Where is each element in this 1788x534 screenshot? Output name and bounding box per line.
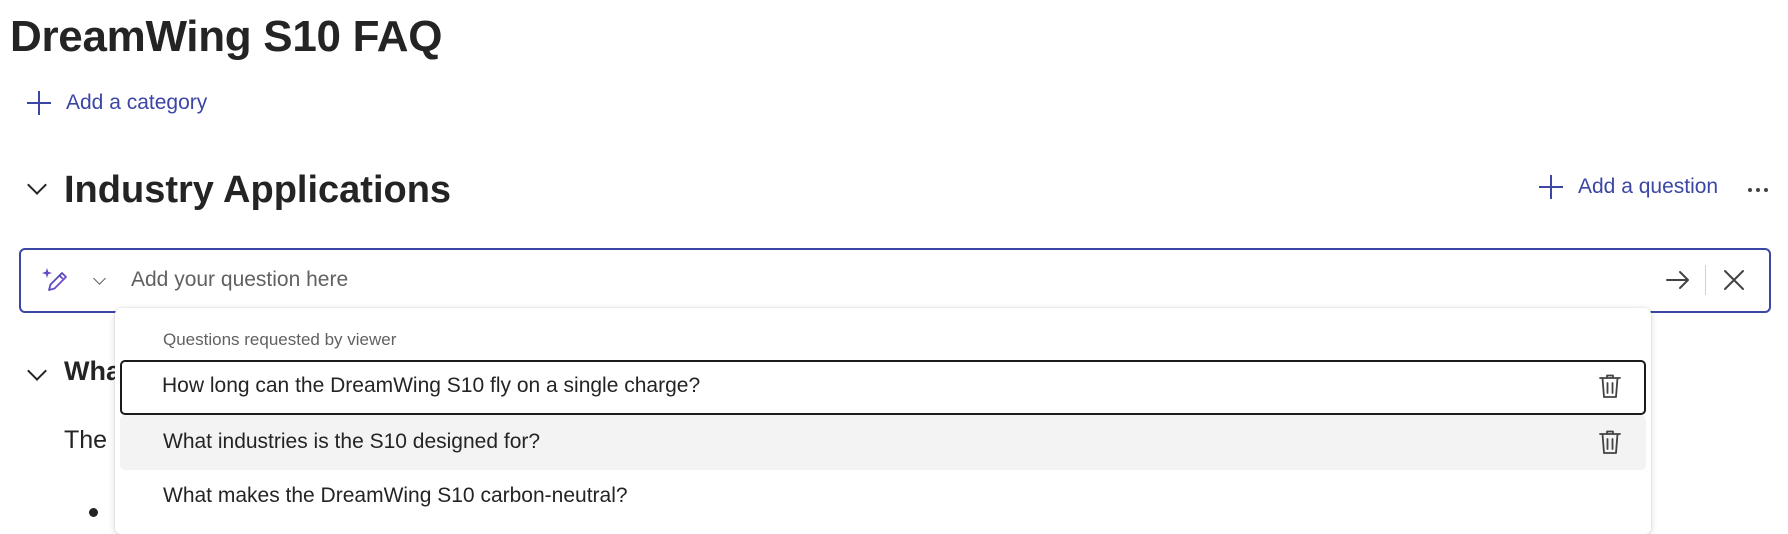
trash-icon[interactable]	[1597, 372, 1623, 400]
question-input[interactable]	[131, 260, 1631, 300]
bullet-point	[89, 508, 98, 517]
chevron-down-icon[interactable]	[27, 175, 47, 195]
suggestion-item[interactable]: How long can the DreamWing S10 fly on a …	[120, 360, 1646, 415]
add-category-label: Add a category	[66, 91, 208, 114]
suggestion-item[interactable]: What makes the DreamWing S10 carbon-neut…	[120, 469, 1646, 524]
dropdown-heading: Questions requested by viewer	[163, 330, 397, 349]
plus-icon	[26, 90, 52, 116]
suggestion-text: What industries is the S10 designed for?	[163, 430, 541, 453]
sparkle-pen-icon[interactable]	[40, 265, 70, 295]
trash-icon[interactable]	[1597, 428, 1623, 456]
add-category-button[interactable]: Add a category	[26, 90, 207, 116]
suggestion-item[interactable]: What industries is the S10 designed for?	[120, 415, 1646, 470]
chevron-down-icon[interactable]	[27, 361, 47, 381]
section-title: Industry Applications	[64, 169, 452, 211]
chevron-down-icon[interactable]	[93, 272, 106, 285]
add-question-button[interactable]: Add a question	[1538, 174, 1718, 200]
suggestions-dropdown: Questions requested by viewer How long c…	[115, 308, 1651, 534]
suggestion-text: How long can the DreamWing S10 fly on a …	[162, 374, 701, 397]
suggestion-text: What makes the DreamWing S10 carbon-neut…	[163, 484, 628, 507]
arrow-right-icon[interactable]	[1664, 266, 1692, 294]
divider	[1705, 265, 1706, 295]
close-icon[interactable]	[1721, 267, 1747, 293]
page-title: DreamWing S10 FAQ	[10, 12, 443, 61]
more-horizontal-icon[interactable]	[1748, 188, 1768, 192]
plus-icon	[1538, 174, 1564, 200]
faq-page: DreamWing S10 FAQ Add a category Industr…	[0, 0, 1788, 534]
question-input-box	[19, 248, 1771, 313]
faq-item-title[interactable]: Wha	[64, 356, 121, 387]
faq-item-answer: The	[64, 426, 108, 454]
add-question-label: Add a question	[1578, 175, 1719, 198]
section-header: Industry Applications Add a question	[0, 165, 1788, 219]
